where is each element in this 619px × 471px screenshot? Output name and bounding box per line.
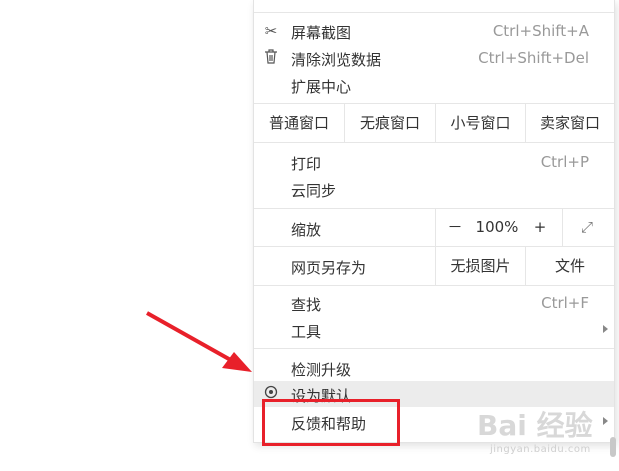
menu-item-label: 屏幕截图 xyxy=(291,24,352,42)
save-as-label: 网页另存为 xyxy=(291,259,367,277)
window-type-row: 普通窗口 无痕窗口 小号窗口 卖家窗口 xyxy=(254,104,614,142)
menu-separator xyxy=(254,12,614,13)
menu-item-clear-data[interactable]: 清除浏览数据 Ctrl+Shift+Del xyxy=(254,45,614,71)
menu-item-tools[interactable]: 工具 xyxy=(254,317,614,343)
menu-item-label: 清除浏览数据 xyxy=(291,51,382,69)
zoom-in-button[interactable]: + xyxy=(529,209,551,246)
menu-item-label: 扩展中心 xyxy=(291,78,352,96)
menu-item-label: 打印 xyxy=(291,155,322,173)
menu-item-find[interactable]: 查找 Ctrl+F xyxy=(254,290,614,316)
menu-item-shortcut: Ctrl+Shift+Del xyxy=(478,49,589,67)
menu-item-cloud-sync[interactable]: 云同步 xyxy=(254,176,614,202)
annotation-arrow-shaft xyxy=(146,311,237,365)
menu-item-print[interactable]: 打印 Ctrl+P xyxy=(254,149,614,175)
trash-icon xyxy=(262,49,280,67)
fullscreen-icon[interactable]: ⤢ xyxy=(572,209,602,246)
zoom-label: 缩放 xyxy=(291,221,322,239)
menu-item-label: 查找 xyxy=(291,296,322,314)
menu-item-shortcut: Ctrl+F xyxy=(541,294,589,312)
chevron-right-icon xyxy=(603,417,608,425)
menu-separator xyxy=(254,348,614,349)
scrollbar-thumb[interactable] xyxy=(610,437,616,457)
menu-item-shortcut: Ctrl+Shift+A xyxy=(492,22,589,40)
baidu-watermark-url: jingyan.baidu.com xyxy=(490,444,591,455)
chevron-right-icon xyxy=(603,325,608,333)
menu-item-label: 云同步 xyxy=(291,182,337,200)
menu-separator xyxy=(254,142,614,143)
save-as-row: 网页另存为 无损图片 文件 xyxy=(254,247,614,285)
alt-account-window-button[interactable]: 小号窗口 xyxy=(436,104,525,142)
save-lossless-image-button[interactable]: 无损图片 xyxy=(436,247,525,285)
browser-main-menu: ✂ 屏幕截图 Ctrl+Shift+A 清除浏览数据 Ctrl+Shift+De… xyxy=(253,0,615,443)
menu-item-screenshot[interactable]: ✂ 屏幕截图 Ctrl+Shift+A xyxy=(254,18,614,44)
save-file-button[interactable]: 文件 xyxy=(526,247,614,285)
incognito-window-button[interactable]: 无痕窗口 xyxy=(345,104,435,142)
menu-item-extensions[interactable]: 扩展中心 xyxy=(254,72,614,98)
zoom-out-button[interactable]: － xyxy=(444,209,466,246)
zoom-row: 缩放 － 100% + ⤢ xyxy=(254,209,614,246)
menu-item-check-update[interactable]: 检测升级 xyxy=(254,355,614,381)
annotation-highlight-box xyxy=(262,399,400,446)
menu-item-label: 工具 xyxy=(291,323,322,341)
menu-separator xyxy=(254,285,614,286)
menu-item-shortcut: Ctrl+P xyxy=(540,153,589,171)
normal-window-button[interactable]: 普通窗口 xyxy=(254,104,344,142)
zoom-level-value: 100% xyxy=(475,218,519,236)
cell-divider xyxy=(562,209,563,246)
annotation-arrow-head xyxy=(222,352,252,372)
baidu-watermark: Bai 经验 xyxy=(477,409,593,442)
menu-item-label: 检测升级 xyxy=(291,361,352,379)
scissors-icon: ✂ xyxy=(264,22,278,40)
seller-window-button[interactable]: 卖家窗口 xyxy=(526,104,614,142)
cell-divider xyxy=(435,209,436,246)
